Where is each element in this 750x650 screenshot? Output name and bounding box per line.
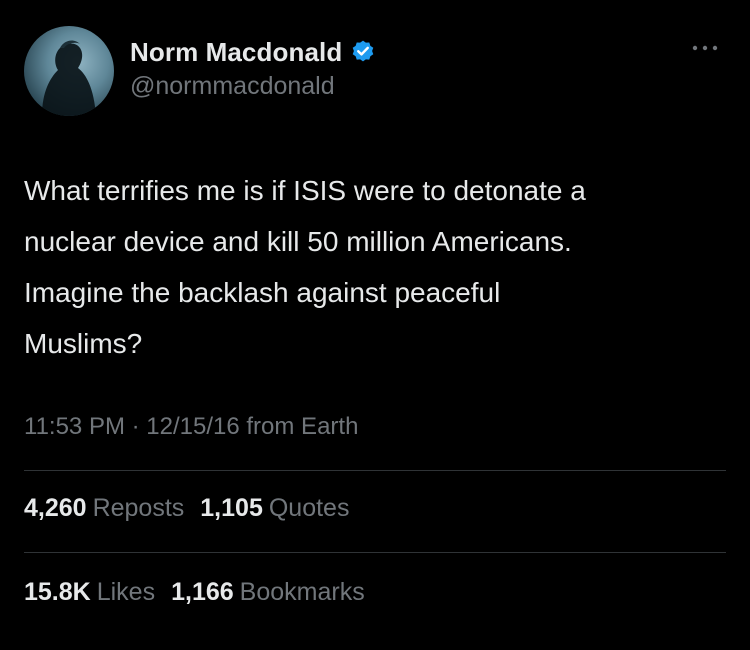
tweet-card: Norm Macdonald @normmacdonald What terri… — [0, 0, 750, 650]
divider — [24, 552, 726, 553]
bookmarks-label: Bookmarks — [239, 578, 365, 606]
reposts-count: 4,260 — [24, 494, 87, 522]
tweet-source: from Earth — [246, 413, 359, 440]
likes-count: 15.8K — [24, 578, 91, 606]
likes-label: Likes — [96, 578, 156, 606]
reposts-stat[interactable]: 4,260 Reposts — [24, 494, 184, 523]
more-options-icon[interactable] — [690, 36, 720, 60]
display-name-row: Norm Macdonald — [130, 35, 376, 69]
divider — [24, 470, 726, 471]
tweet-time[interactable]: 11:53 PM — [24, 413, 125, 440]
likes-stat[interactable]: 15.8K Likes — [24, 578, 155, 607]
tweet-text: What terrifies me is if ISIS were to det… — [24, 175, 586, 359]
avatar[interactable] — [24, 26, 114, 116]
reposts-label: Reposts — [92, 494, 185, 522]
quotes-count: 1,105 — [200, 494, 263, 522]
avatar-silhouette-icon — [42, 40, 96, 116]
tweet-date[interactable]: 12/15/16 — [146, 413, 239, 440]
stats-row-likes: 15.8K Likes 1,166 Bookmarks — [24, 578, 381, 607]
bookmarks-count: 1,166 — [171, 578, 234, 606]
verified-badge-icon — [353, 40, 374, 62]
meta-separator: · — [131, 413, 140, 440]
stats-row-reposts: 4,260 Reposts 1,105 Quotes — [24, 494, 365, 523]
display-name[interactable]: Norm Macdonald — [130, 37, 342, 68]
bookmarks-stat[interactable]: 1,166 Bookmarks — [171, 578, 365, 607]
quotes-stat[interactable]: 1,105 Quotes — [200, 494, 349, 523]
tweet-meta: 11:53 PM · 12/15/16 from Earth — [24, 413, 358, 441]
user-handle[interactable]: @normmacdonald — [130, 72, 335, 101]
quotes-label: Quotes — [268, 494, 350, 522]
